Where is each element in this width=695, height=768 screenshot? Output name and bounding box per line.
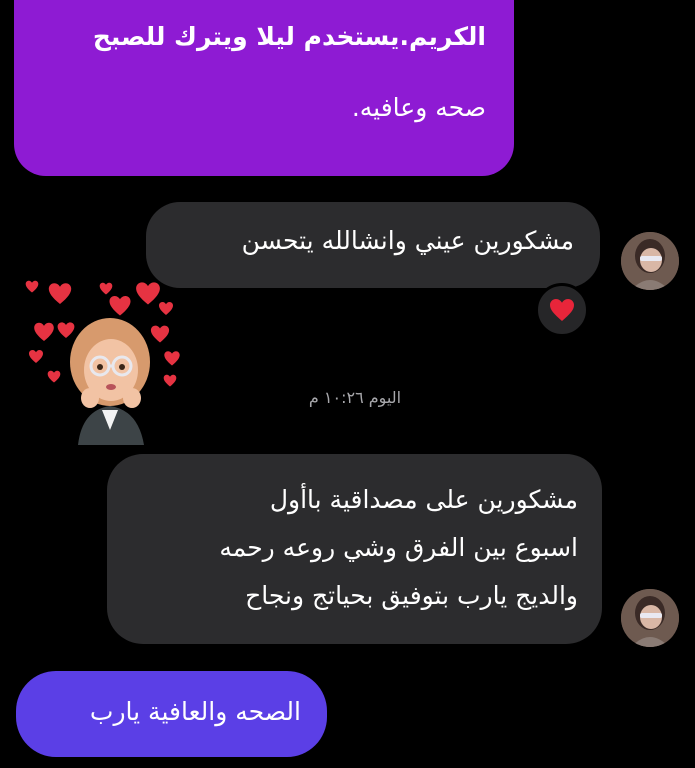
received-message-bubble[interactable]: مشكورين عيني وانشالله يتحسن [146, 202, 600, 288]
message-text-line: والديج يارب بتوفيق بحياتج ونجاح [245, 581, 578, 610]
message-text-line: صحه وعافيه. [351, 93, 486, 122]
message-timestamp: اليوم ١٠:٢٦ م [308, 388, 402, 407]
reaction-heart-icon[interactable] [535, 283, 589, 337]
received-message-bubble[interactable]: مشكورين على مصداقية باأول اسبوع بين الفر… [107, 454, 602, 644]
avatar-photo-icon [621, 232, 679, 290]
sent-message-bubble[interactable]: الصحه والعافية يارب [16, 671, 327, 757]
message-text-line: مشكورين على مصداقية باأول [269, 485, 578, 514]
message-text: الصحه والعافية يارب [89, 697, 301, 726]
avatar-photo-icon [621, 589, 679, 647]
message-text: مشكورين عيني وانشالله يتحسن [241, 226, 574, 255]
hearts-avatar-sticker[interactable] [20, 270, 190, 445]
message-text-line: اسبوع بين الفرق وشي روعه رحمه [219, 533, 578, 562]
heart-icon [550, 299, 574, 321]
sticker-image-icon [25, 280, 180, 445]
sender-avatar[interactable] [621, 232, 679, 290]
message-text-line: الكريم.يستخدم ليلا ويترك للصبح [92, 22, 486, 51]
sent-message-bubble[interactable]: الكريم.يستخدم ليلا ويترك للصبح صحه وعافي… [14, 0, 514, 176]
sender-avatar[interactable] [621, 589, 679, 647]
